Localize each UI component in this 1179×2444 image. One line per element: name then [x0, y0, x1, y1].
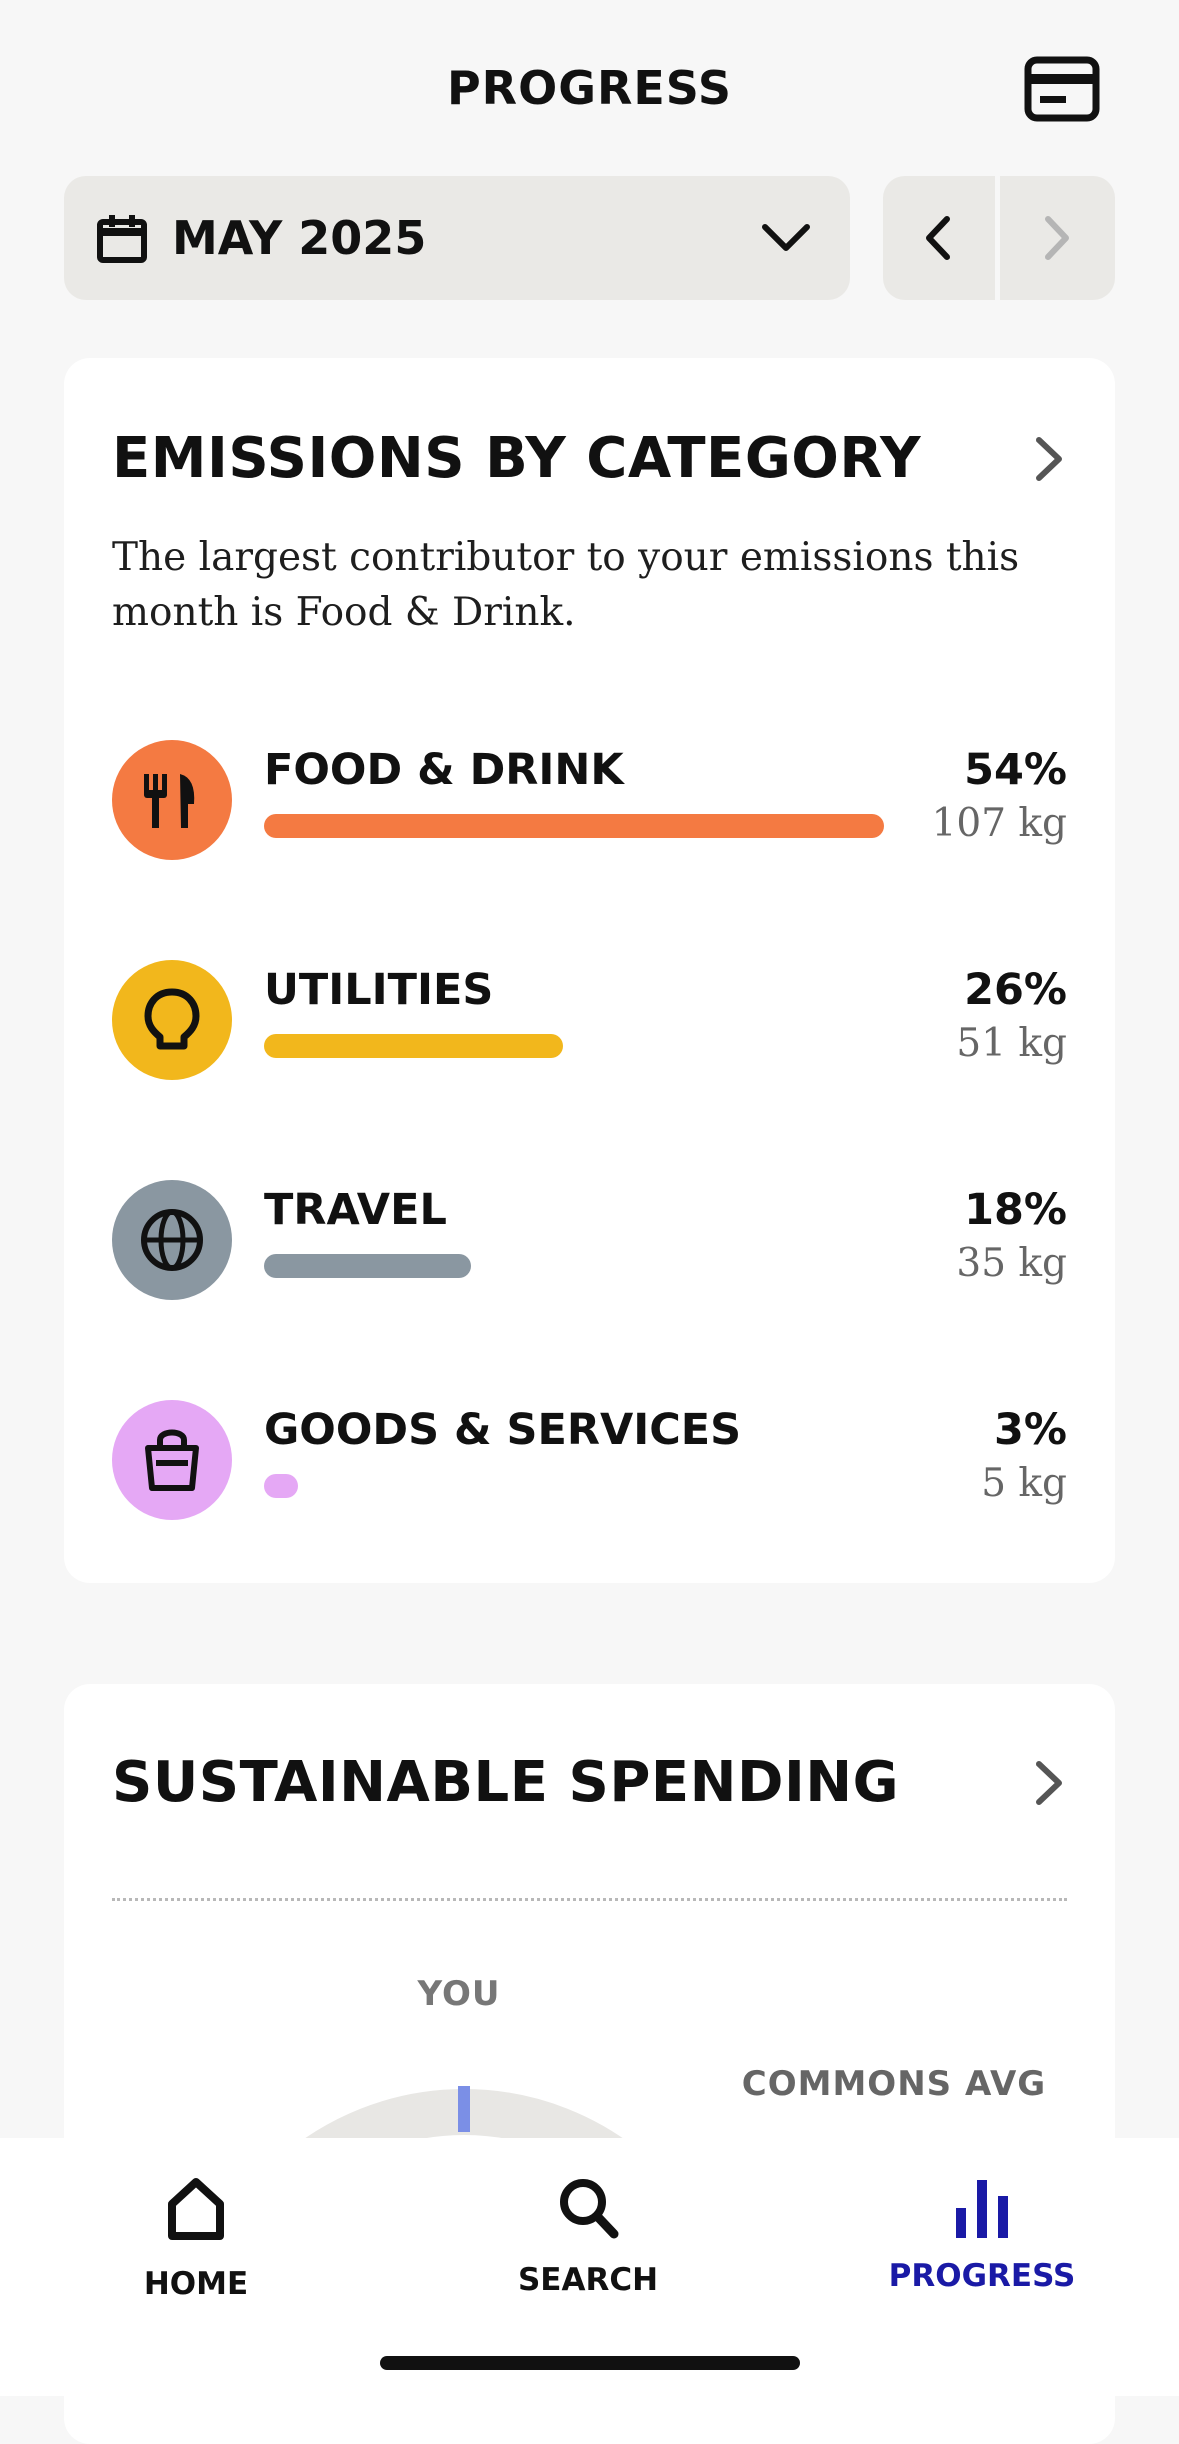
category-percent: 54% [964, 745, 1067, 795]
previous-month-button[interactable] [883, 176, 995, 300]
category-amount: 5 kg [981, 1461, 1067, 1506]
tab-home[interactable]: HOME [46, 2174, 346, 2314]
bar-chart-icon [956, 2180, 1008, 2238]
category-name: TRAVEL [264, 1185, 447, 1235]
you-marker [458, 2086, 470, 2132]
month-navigation [883, 176, 1115, 300]
home-indicator [380, 2356, 800, 2370]
category-amount: 35 kg [956, 1241, 1067, 1286]
category-percent: 18% [964, 1185, 1067, 1235]
category-name: FOOD & DRINK [264, 745, 624, 795]
next-month-button[interactable] [1000, 176, 1115, 300]
chevron-right-icon [1045, 216, 1069, 260]
tab-search[interactable]: SEARCH [438, 2174, 738, 2314]
chevron-right-icon[interactable] [1033, 1758, 1067, 1808]
category-row-goods-services[interactable]: GOODS & SERVICES 3% 5 kg [112, 1400, 1067, 1530]
chevron-left-icon [926, 216, 950, 260]
month-selector[interactable]: MAY 2025 [64, 176, 850, 300]
tab-label: PROGRESS [888, 2258, 1076, 2294]
shopping-bag-icon [112, 1400, 232, 1520]
category-row-travel[interactable]: TRAVEL 18% 35 kg [112, 1180, 1067, 1310]
calendar-icon [97, 215, 147, 263]
category-percent: 3% [993, 1405, 1067, 1455]
home-icon [168, 2178, 224, 2240]
emissions-heading: EMISSIONS BY CATEGORY [112, 426, 921, 491]
category-percent: 26% [964, 965, 1067, 1015]
category-row-food-drink[interactable]: FOOD & DRINK 54% 107 kg [112, 740, 1067, 870]
divider [112, 1898, 1067, 1901]
category-amount: 107 kg [931, 801, 1067, 846]
category-bar [264, 1474, 298, 1498]
chevron-right-icon[interactable] [1033, 434, 1067, 484]
tab-progress[interactable]: PROGRESS [832, 2174, 1132, 2314]
emissions-by-category-card: EMISSIONS BY CATEGORY The largest contri… [64, 358, 1115, 1583]
emissions-description: The largest contributor to your emission… [112, 535, 1020, 635]
lightbulb-icon [112, 960, 232, 1080]
page-title: PROGRESS [446, 61, 733, 115]
commons-avg-label: COMMONS AVG [741, 2064, 1047, 2104]
category-name: GOODS & SERVICES [264, 1405, 742, 1455]
category-row-utilities[interactable]: UTILITIES 26% 51 kg [112, 960, 1067, 1090]
tab-label: HOME [143, 2266, 249, 2302]
category-bar [264, 1034, 563, 1058]
category-name: UTILITIES [264, 965, 494, 1015]
category-bar [264, 1254, 471, 1278]
chevron-down-icon [762, 224, 810, 251]
category-bar [264, 814, 884, 838]
credit-card-icon[interactable] [1024, 56, 1100, 122]
search-icon [560, 2179, 619, 2239]
tab-label: SEARCH [517, 2262, 659, 2298]
fork-knife-icon [112, 740, 232, 860]
globe-icon [112, 1180, 232, 1300]
selected-month-label: MAY 2025 [172, 211, 427, 265]
you-label: YOU [417, 1974, 501, 2014]
category-amount: 51 kg [956, 1021, 1067, 1066]
sustainable-heading: SUSTAINABLE SPENDING [112, 1750, 900, 1815]
